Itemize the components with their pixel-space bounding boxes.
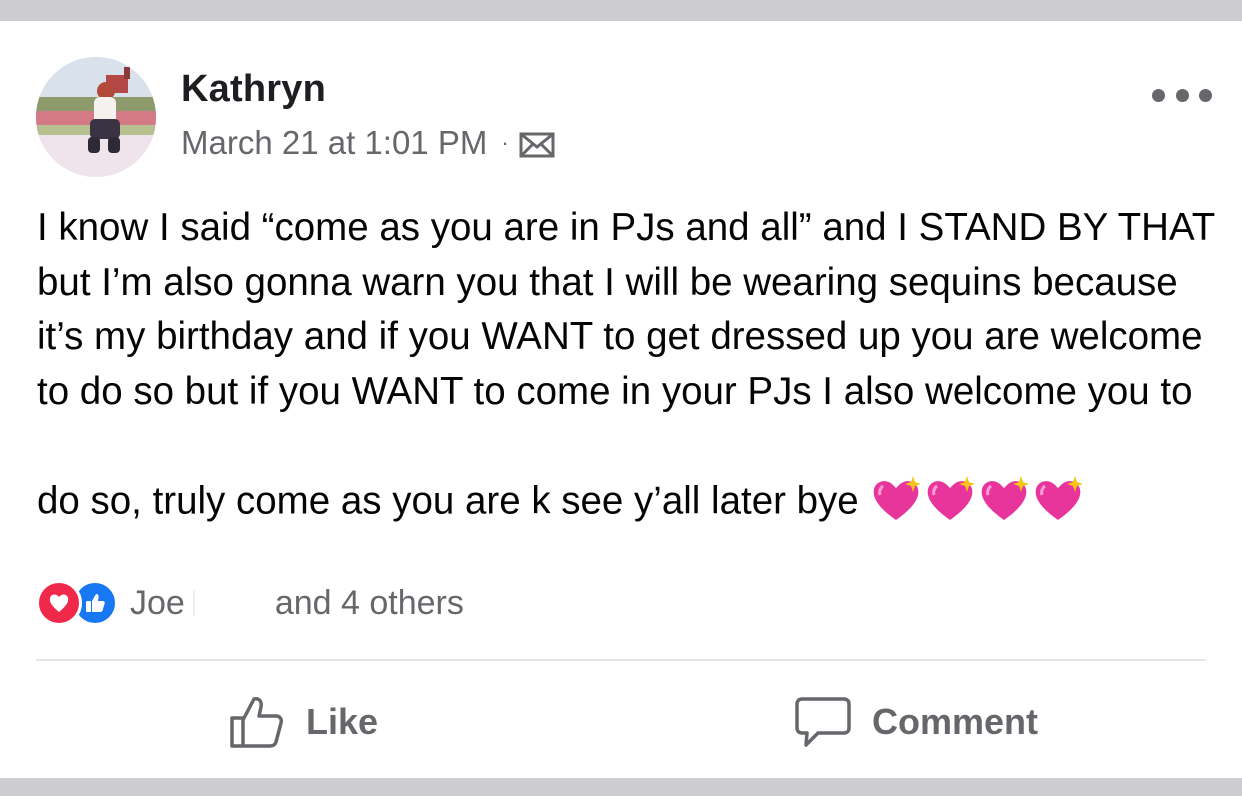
sparkling-heart-icon: [869, 419, 923, 520]
comment-button[interactable]: Comment: [794, 690, 1038, 754]
sparkling-heart-icon: [1031, 419, 1085, 520]
reactor-first-name: Joe: [130, 583, 185, 622]
like-label: Like: [306, 701, 379, 742]
comment-icon: [795, 697, 851, 747]
reactor-others: and 4 others: [274, 583, 464, 622]
envelope-icon: [519, 129, 555, 158]
meta-separator: ·: [501, 130, 509, 155]
love-reaction-icon: [36, 580, 82, 626]
author-name[interactable]: Kathryn: [181, 68, 326, 111]
emoji-group: [859, 475, 1086, 523]
author-avatar[interactable]: [36, 57, 156, 177]
post-meta: March 21 at 1:01 PM ·: [181, 123, 555, 163]
actions-divider: [36, 659, 1206, 661]
like-button[interactable]: Like: [228, 690, 378, 754]
more-dot: [1199, 88, 1212, 102]
bottom-separator: [0, 778, 1242, 796]
thumbs-up-icon: [230, 697, 283, 748]
more-options-icon[interactable]: [1152, 82, 1212, 108]
more-dot: [1152, 88, 1165, 102]
post-timestamp[interactable]: March 21 at 1:01 PM: [181, 124, 487, 162]
redacted-name: [192, 590, 195, 616]
top-separator: [0, 0, 1242, 21]
post-body: I know I said “come as you are in PJs an…: [37, 201, 1217, 529]
reactions-summary[interactable]: Joe and 4 others: [36, 580, 464, 626]
more-dot: [1175, 88, 1189, 102]
sparkling-heart-icon: [977, 419, 1031, 520]
comment-label: Comment: [872, 701, 1039, 742]
sparkling-heart-icon: [923, 419, 977, 520]
